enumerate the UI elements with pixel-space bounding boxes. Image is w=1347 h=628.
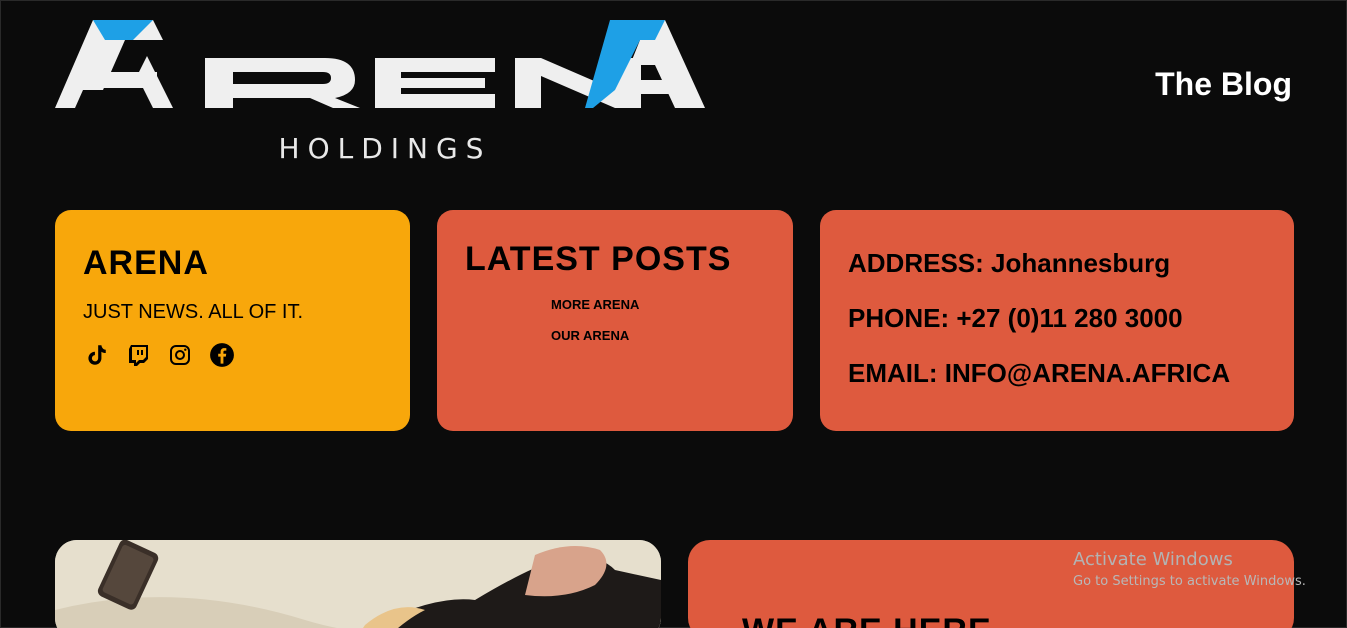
facebook-icon[interactable] [209,342,235,368]
arena-logo-mark [55,20,705,108]
twitch-icon[interactable] [125,342,151,368]
latest-posts-title: LATEST POSTS [465,240,732,278]
latest-posts-card: LATEST POSTS MORE ARENA OUR ARENA [437,210,793,431]
arena-card: ARENA JUST NEWS. ALL OF IT. [55,210,410,431]
instagram-icon[interactable] [167,342,193,368]
contact-address: ADDRESS: Johannesburg [848,248,1171,278]
activate-windows-subtitle: Go to Settings to activate Windows. [1073,574,1306,589]
nav-blog-link[interactable]: The Blog [1155,66,1292,103]
arena-tagline: JUST NEWS. ALL OF IT. [83,301,304,323]
photo-illustration [55,540,661,628]
contact-email[interactable]: EMAIL: INFO@ARENA.AFRICA [848,358,1266,389]
arena-logo[interactable]: HOLDINGS [55,20,705,165]
post-link-our-arena[interactable]: OUR ARENA [551,328,765,343]
social-links [83,342,382,368]
featured-photo [55,540,661,628]
we-are-here-title: WE ARE HERE [742,612,992,628]
arena-card-title: ARENA [83,244,209,282]
contact-phone[interactable]: PHONE: +27 (0)11 280 3000 [848,303,1266,334]
activate-windows-title: Activate Windows [1073,549,1233,570]
tiktok-icon[interactable] [83,342,109,368]
post-link-more-arena[interactable]: MORE ARENA [551,297,765,312]
logo-subtitle: HOLDINGS [278,132,492,165]
activate-windows-watermark: Activate Windows Go to Settings to activ… [1073,549,1306,589]
post-list: MORE ARENA OUR ARENA [551,297,765,343]
contact-card: ADDRESS: Johannesburg PHONE: +27 (0)11 2… [820,210,1294,431]
